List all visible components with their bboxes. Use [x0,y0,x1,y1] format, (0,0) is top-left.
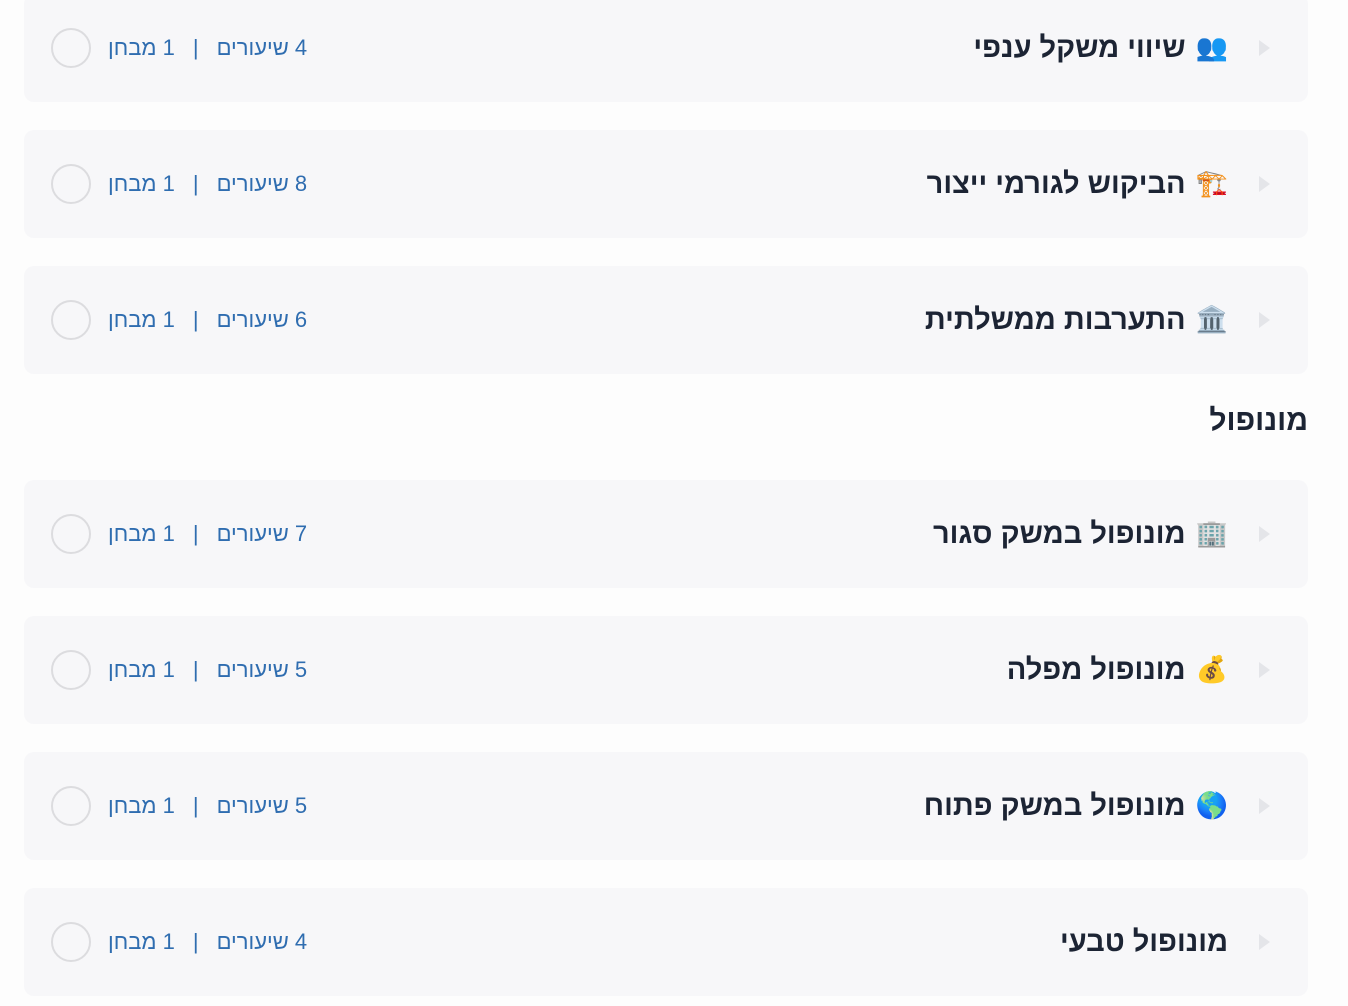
meta-separator: | [192,171,199,196]
course-units-page: 👥 שיווי משקל ענפי 4 שיעורים | 1 מבחן 🏗️ … [0,0,1348,1006]
chevron-right-icon[interactable] [1259,40,1270,56]
unit-card[interactable]: 🏢 מונופול במשק סגור 7 שיעורים | 1 מבחן [24,480,1308,588]
exams-count: 1 מבחן [108,35,175,60]
chevron-right-icon[interactable] [1259,934,1270,950]
unit-card[interactable]: מונופול טבעי 4 שיעורים | 1 מבחן [24,888,1308,996]
meta-separator: | [192,657,199,682]
unit-title-wrap: 👥 שיווי משקל ענפי [973,0,1228,102]
unit-card[interactable]: 🌎 מונופול במשק פתוח 5 שיעורים | 1 מבחן [24,752,1308,860]
unit-title: התערבות ממשלתית [924,303,1186,336]
unit-meta: 4 שיעורים | 1 מבחן [108,0,307,102]
lessons-count: 8 שיעורים [216,171,308,196]
meta-separator: | [192,35,199,60]
unit-title-wrap: 🏛️ התערבות ממשלתית [925,266,1228,374]
chevron-right-icon[interactable] [1259,312,1270,328]
meta-separator: | [192,793,199,818]
chevron-right-icon[interactable] [1259,662,1270,678]
unit-card[interactable]: 🏗️ הביקוש לגורמי ייצור 8 שיעורים | 1 מבח… [24,130,1308,238]
unit-card[interactable]: 👥 שיווי משקל ענפי 4 שיעורים | 1 מבחן [24,0,1308,102]
chevron-right-icon[interactable] [1259,798,1270,814]
lessons-count: 4 שיעורים [216,929,308,954]
unit-title: הביקוש לגורמי ייצור [926,167,1186,200]
meta-separator: | [192,929,199,954]
unit-title-wrap: מונופול טבעי [1060,888,1228,996]
section-heading: מונופול [1209,404,1308,437]
chevron-right-icon[interactable] [1259,526,1270,542]
unit-title-wrap: 💰 מונופול מפלה [1007,616,1228,724]
lessons-count: 4 שיעורים [216,35,308,60]
exams-count: 1 מבחן [108,929,175,954]
crane-icon: 🏗️ [1195,169,1228,199]
completion-status-circle[interactable] [51,650,91,690]
chevron-right-icon[interactable] [1259,176,1270,192]
globe-icon: 🌎 [1195,791,1228,821]
unit-title: שיווי משקל ענפי [973,31,1186,64]
unit-card[interactable]: 💰 מונופול מפלה 5 שיעורים | 1 מבחן [24,616,1308,724]
lessons-count: 5 שיעורים [216,793,308,818]
exams-count: 1 מבחן [108,307,175,332]
unit-title-wrap: 🌎 מונופול במשק פתוח [924,752,1228,860]
unit-meta: 6 שיעורים | 1 מבחן [108,266,307,374]
money-bag-icon: 💰 [1195,655,1228,685]
exams-count: 1 מבחן [108,657,175,682]
unit-title-wrap: 🏗️ הביקוש לגורמי ייצור [927,130,1228,238]
lessons-count: 7 שיעורים [216,521,308,546]
unit-title-wrap: 🏢 מונופול במשק סגור [933,480,1228,588]
completion-status-circle[interactable] [51,786,91,826]
unit-card[interactable]: 🏛️ התערבות ממשלתית 6 שיעורים | 1 מבחן [24,266,1308,374]
exams-count: 1 מבחן [108,793,175,818]
people-icon: 👥 [1195,33,1228,63]
office-building-icon: 🏢 [1195,519,1228,549]
exams-count: 1 מבחן [108,521,175,546]
completion-status-circle[interactable] [51,28,91,68]
lessons-count: 5 שיעורים [216,657,308,682]
government-building-icon: 🏛️ [1195,305,1228,335]
unit-meta: 4 שיעורים | 1 מבחן [108,888,307,996]
completion-status-circle[interactable] [51,164,91,204]
completion-status-circle[interactable] [51,922,91,962]
unit-title: מונופול במשק פתוח [923,789,1186,822]
meta-separator: | [192,521,199,546]
lessons-count: 6 שיעורים [216,307,308,332]
meta-separator: | [192,307,199,332]
unit-title: מונופול טבעי [1060,925,1228,958]
unit-meta: 8 שיעורים | 1 מבחן [108,130,307,238]
unit-meta: 5 שיעורים | 1 מבחן [108,616,307,724]
unit-title: מונופול מפלה [1006,653,1186,686]
completion-status-circle[interactable] [51,514,91,554]
unit-meta: 7 שיעורים | 1 מבחן [108,480,307,588]
completion-status-circle[interactable] [51,300,91,340]
unit-title: מונופול במשק סגור [932,517,1186,550]
unit-meta: 5 שיעורים | 1 מבחן [108,752,307,860]
exams-count: 1 מבחן [108,171,175,196]
